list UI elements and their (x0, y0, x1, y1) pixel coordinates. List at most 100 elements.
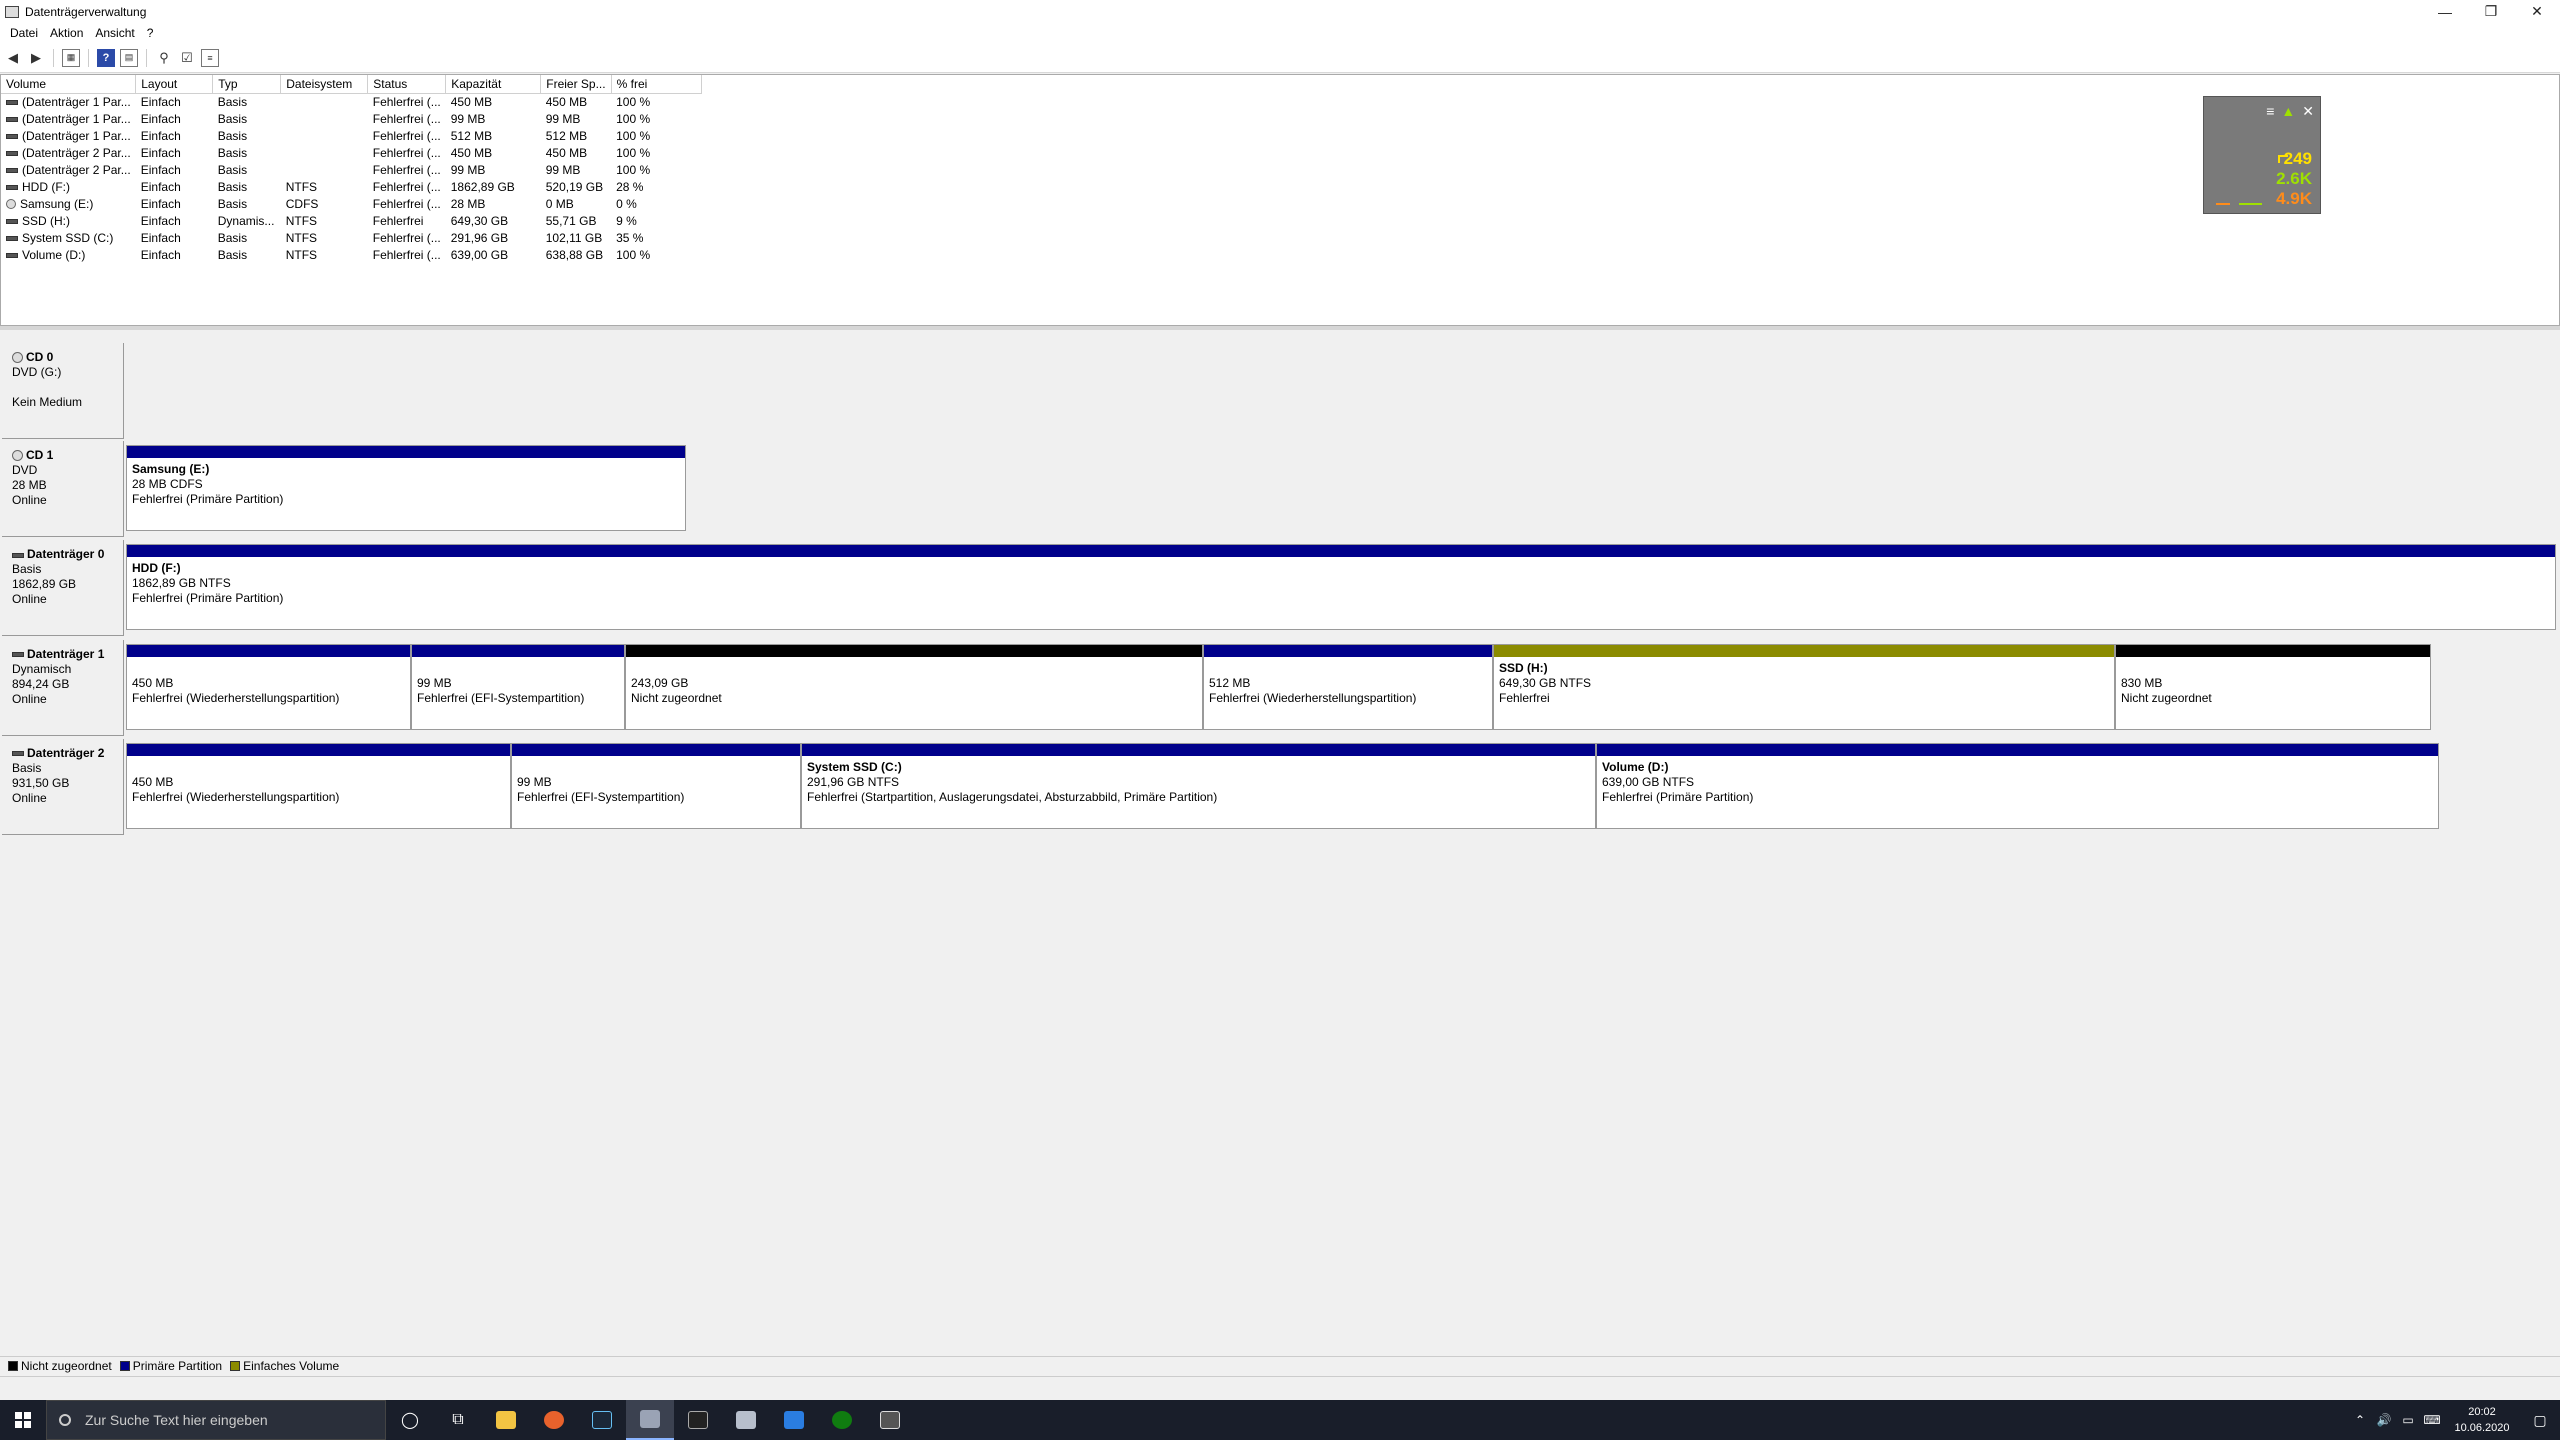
tray-chevron-icon[interactable]: ⌃ (2348, 1413, 2372, 1427)
details-icon[interactable]: ≡ (201, 48, 219, 67)
maximize-button[interactable]: ❐ (2468, 0, 2514, 23)
cortana-icon[interactable]: ◯ (386, 1400, 434, 1440)
partition-type-bar (127, 545, 2555, 558)
cell-text: NTFS (285, 230, 318, 245)
cell-text: 639,00 GB (450, 247, 509, 262)
monitor-app-icon[interactable] (866, 1400, 914, 1440)
minimize-button[interactable]: — (2422, 0, 2468, 23)
partition-block[interactable]: 99 MB Fehlerfrei (EFI-Systempartition) (411, 643, 625, 730)
menu-ansicht[interactable]: Ansicht (89, 26, 140, 40)
cell-text: Einfach (140, 196, 181, 211)
partition-size: 830 MB (2121, 675, 2163, 690)
cell-volume: SSD (H:) (1, 212, 136, 229)
partition-block[interactable]: 512 MB Fehlerfrei (Wiederherstellungspart… (1203, 643, 1493, 730)
cell-text: 100 % (616, 111, 651, 126)
disk-management-task-icon[interactable] (626, 1400, 674, 1440)
disk-label[interactable]: Datenträger 1 Dynamisch 894,24 GB Online (2, 639, 124, 736)
col-dateisystem[interactable]: Dateisystem (280, 75, 369, 94)
cell-layout: Einfach (136, 93, 213, 110)
partition-block[interactable]: System SSD (C:) 291,96 GB NTFS Fehlerfrei … (801, 743, 1596, 830)
steam-icon[interactable] (578, 1400, 626, 1440)
close-button[interactable]: ✕ (2514, 0, 2560, 23)
xbox-icon[interactable] (818, 1400, 866, 1440)
col-status[interactable]: Status (367, 75, 447, 94)
start-button[interactable] (0, 1400, 46, 1440)
cell-text: Fehlerfrei (372, 213, 424, 228)
disk-label[interactable]: CD 1 DVD 28 MB Online (2, 440, 124, 537)
partition-block[interactable]: SSD (H:) 649,30 GB NTFS Fehlerfrei (1493, 643, 2115, 730)
disk-label[interactable]: Datenträger 2 Basis 931,50 GB Online (2, 739, 124, 836)
partition-block[interactable]: HDD (F:) 1862,89 GB NTFS Fehlerfrei (Primä… (126, 544, 2556, 631)
menu-icon[interactable]: ≡ (2266, 103, 2274, 120)
col-volume[interactable]: Volume (1, 75, 137, 94)
partition-block[interactable]: 450 MB Fehlerfrei (Wiederherstellungspart… (126, 743, 511, 830)
partition-name (517, 760, 800, 775)
close-icon[interactable]: ✕ (2302, 103, 2314, 120)
drive-icon[interactable] (722, 1400, 770, 1440)
checklist-icon[interactable]: ☑ (178, 49, 196, 67)
partition-block[interactable]: 243,09 GB Nicht zugeordnet (625, 643, 1203, 730)
cell-typ: Dynamis... (213, 212, 281, 229)
toolbar-separator (146, 48, 147, 67)
table-row[interactable]: (Datenträger 1 Par... Einfach Basis Fehlerf… (1, 93, 701, 110)
col-kapazitaet[interactable]: Kapazität (445, 75, 542, 94)
table-row[interactable]: HDD (F:) Einfach Basis NTFS Fehlerfrei (... 1… (1, 178, 701, 195)
cell-status: Fehlerfrei (... (368, 229, 446, 246)
disk-info: 931,50 GB (12, 776, 70, 791)
partition-text: HDD (F:) 1862,89 GB NTFS Fehlerfrei (Primä… (127, 557, 2555, 606)
notification-icon[interactable]: ▢ (2520, 1412, 2560, 1429)
triangle-up-icon[interactable]: ▲ (2281, 103, 2295, 120)
cell-typ: Basis (213, 110, 281, 127)
partition-block[interactable]: Volume (D:) 639,00 GB NTFS Fehlerfrei (Pri… (1596, 743, 2439, 830)
performance-widget[interactable]: ≡ ▲ ✕ 249 2.6K 4.9K (2203, 96, 2321, 214)
col-layout[interactable]: Layout (135, 75, 214, 94)
view-list-icon[interactable]: ▦ (62, 48, 80, 67)
cell-layout: Einfach (136, 161, 213, 178)
firefox-icon[interactable] (530, 1400, 578, 1440)
table-row[interactable]: SSD (H:) Einfach Dynamis... NTFS Fehlerfrei 6… (1, 212, 701, 229)
menu-help[interactable]: ? (141, 26, 160, 40)
clock[interactable]: 20:02 10.06.2020 (2444, 1404, 2520, 1436)
epic-games-icon[interactable] (674, 1400, 722, 1440)
cell-text: 100 % (616, 162, 651, 177)
file-explorer-icon[interactable] (482, 1400, 530, 1440)
forward-arrow-icon[interactable]: ▶ (27, 49, 45, 67)
menu-aktion[interactable]: Aktion (44, 26, 89, 40)
volume-icon[interactable]: 🔊 (2372, 1413, 2396, 1427)
cell-text: Einfach (140, 179, 181, 194)
col-typ[interactable]: Typ (212, 75, 282, 94)
col-freier-speicher[interactable]: Freier Sp... (540, 75, 612, 94)
partition-block[interactable]: Samsung (E:) 28 MB CDFS Fehlerfrei (Primär… (126, 444, 686, 531)
partition-block[interactable]: 450 MB Fehlerfrei (Wiederherstellungspart… (126, 643, 411, 730)
partition-block[interactable]: 99 MB Fehlerfrei (EFI-Systempartition) (511, 743, 801, 830)
cell-typ: Basis (213, 246, 281, 263)
col-prozent-frei[interactable]: % frei (611, 75, 702, 94)
properties-icon[interactable]: ▤ (120, 48, 138, 67)
help-icon[interactable]: ? (97, 48, 115, 67)
table-row[interactable]: (Datenträger 2 Par... Einfach Basis Fehlerf… (1, 161, 701, 178)
back-arrow-icon[interactable]: ◀ (4, 49, 22, 67)
table-row[interactable]: Volume (D:) Einfach Basis NTFS Fehlerfrei (.… (1, 246, 701, 263)
table-row[interactable]: (Datenträger 2 Par... Einfach Basis Fehlerf… (1, 144, 701, 161)
app-grid-icon[interactable] (770, 1400, 818, 1440)
disk-info: DVD (12, 462, 38, 477)
table-row[interactable]: (Datenträger 1 Par... Einfach Basis Fehlerf… (1, 127, 701, 144)
legend-swatch (119, 1360, 130, 1371)
table-row[interactable]: Samsung (E:) Einfach Basis CDFS Fehlerfrei (… (1, 195, 701, 212)
partition-block[interactable]: 830 MB Nicht zugeordnet (2115, 643, 2431, 730)
task-view-icon[interactable]: ⧉ (434, 1400, 482, 1440)
connect-icon[interactable]: ⚲ (155, 49, 173, 67)
disk-label[interactable]: CD 0 DVD (G:) Kein Medium (2, 343, 124, 440)
network-icon[interactable]: ▭ (2396, 1413, 2420, 1427)
cell-text: 55,71 GB (545, 213, 597, 228)
cell-text: CDFS (285, 196, 319, 211)
keyboard-icon[interactable]: ⌨ (2420, 1413, 2444, 1427)
partition-name (132, 760, 510, 775)
taskbar-search[interactable]: Zur Suche Text hier eingeben (46, 1400, 386, 1440)
cell-kapazitaet: 99 MB (446, 110, 541, 127)
cell-typ: Basis (213, 195, 281, 212)
menu-datei[interactable]: Datei (4, 26, 44, 40)
table-row[interactable]: (Datenträger 1 Par... Einfach Basis Fehlerf… (1, 110, 701, 127)
disk-label[interactable]: Datenträger 0 Basis 1862,89 GB Online (2, 540, 124, 637)
table-row[interactable]: System SSD (C:) Einfach Basis NTFS Fehlerfre… (1, 229, 701, 246)
